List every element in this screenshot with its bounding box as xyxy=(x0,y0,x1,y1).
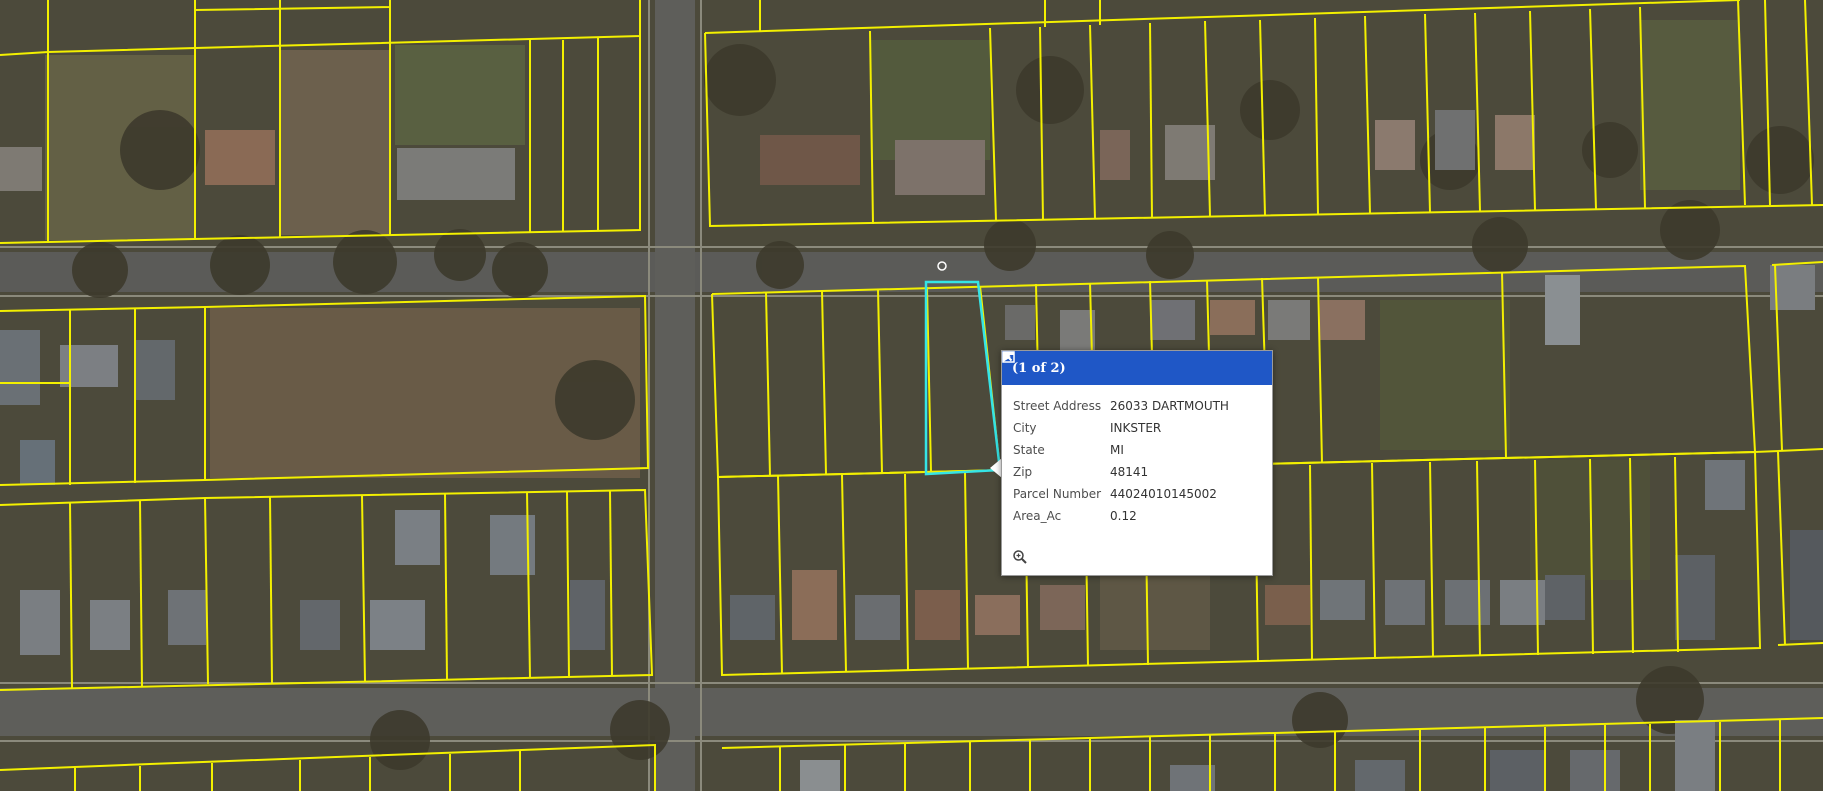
attribute-key: Street Address xyxy=(1013,399,1102,413)
attribute-value: INKSTER xyxy=(1110,421,1162,435)
attribute-key: City xyxy=(1013,421,1037,435)
popup-header: (1 of 2) xyxy=(1002,351,1272,385)
close-icon[interactable] xyxy=(1002,351,1262,376)
attribute-row: Parcel Number 44024010145002 xyxy=(1013,483,1261,505)
attribute-row: Street Address 26033 DARTMOUTH xyxy=(1013,395,1261,417)
attribute-row: Area_Ac 0.12 xyxy=(1013,505,1261,527)
attribute-row: Zip 48141 xyxy=(1013,461,1261,483)
play-right-icon[interactable] xyxy=(1003,352,1218,376)
attribute-value: 26033 DARTMOUTH xyxy=(1110,399,1229,413)
aerial-map[interactable]: (1 of 2) Street Address 26033 DARTMOUTH … xyxy=(0,0,1823,791)
popup-title: (1 of 2) xyxy=(1012,360,1066,376)
attribute-key: State xyxy=(1013,443,1045,457)
attribute-value: MI xyxy=(1110,443,1124,457)
attribute-key: Zip xyxy=(1013,465,1033,479)
attribute-row: City INKSTER xyxy=(1013,417,1261,439)
attribute-value: 44024010145002 xyxy=(1110,487,1217,501)
maximize-icon[interactable] xyxy=(1002,351,1240,376)
attribute-key: Area_Ac xyxy=(1013,509,1062,523)
attribute-row: State MI xyxy=(1013,439,1261,461)
attribute-value: 0.12 xyxy=(1110,509,1137,523)
attribute-value: 48141 xyxy=(1110,465,1149,479)
map-canvas[interactable] xyxy=(0,0,1823,791)
zoom-to-icon[interactable] xyxy=(1012,549,1028,565)
attribute-table: Street Address 26033 DARTMOUTH City INKS… xyxy=(1002,385,1272,527)
attribute-key: Parcel Number xyxy=(1013,487,1102,501)
identify-popup: (1 of 2) Street Address 26033 DARTMOUTH … xyxy=(1001,350,1273,576)
